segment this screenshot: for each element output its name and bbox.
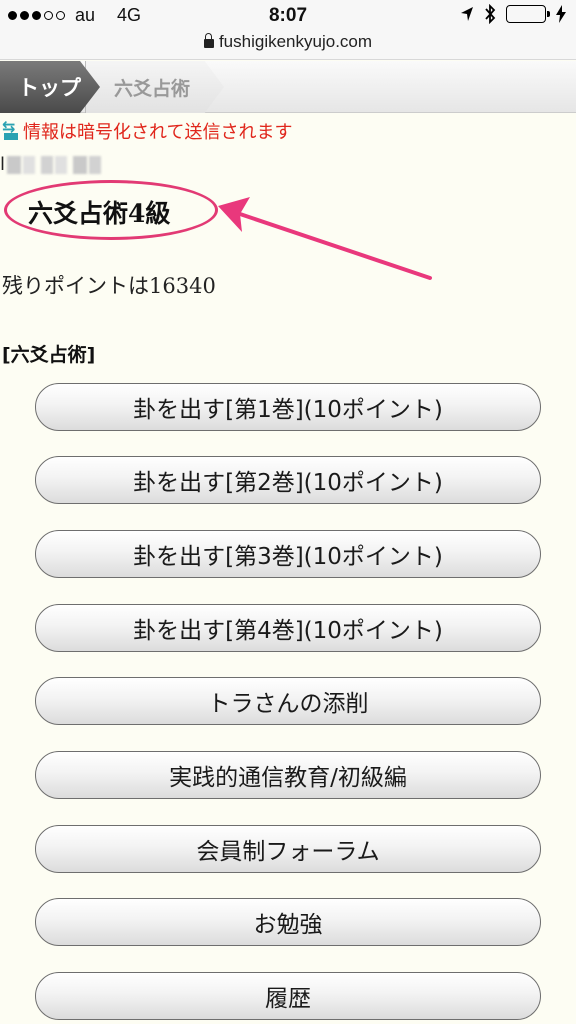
lock-icon [203,33,214,48]
section-title: [六爻占術] [2,344,96,366]
address-bar[interactable]: fushigikenkyujo.com [0,32,576,60]
blurred-text [89,156,102,174]
breadcrumb: 六爻占術 トップ [0,61,576,113]
remaining-points: 残りポイントは16340 [2,274,216,298]
blurred-text [7,156,22,174]
breadcrumb-current: 六爻占術 [86,61,224,113]
hexagram-vol3-button[interactable]: 卦を出す[第3巻](10ポイント) [35,530,541,578]
member-forum-button[interactable]: 会員制フォーラム [35,825,541,873]
hexagram-vol4-button[interactable]: 卦を出す[第4巻](10ポイント) [35,604,541,652]
tora-correction-button[interactable]: トラさんの添削 [35,677,541,725]
battery-icon [506,5,550,23]
status-bar: au 4G 8:07 [0,0,576,32]
breadcrumb-home-link[interactable]: トップ [0,61,100,113]
rank-label: 六爻占術4級 [28,199,171,228]
status-right [460,4,566,24]
correspondence-course-button[interactable]: 実践的通信教育/初級編 [35,751,541,799]
secure-notice: 情報は暗号化されて送信されます [2,117,293,144]
blurred-text [41,156,54,174]
study-button[interactable]: お勉強 [35,898,541,946]
hexagram-vol2-button[interactable]: 卦を出す[第2巻](10ポイント) [35,456,541,504]
blurred-text [23,156,36,174]
history-button[interactable]: 履歴 [35,972,541,1020]
blurred-text [55,156,68,174]
charging-bolt-icon [556,5,566,23]
bluetooth-icon [485,4,496,24]
ssl-icon [2,117,20,141]
location-arrow-icon [461,7,473,21]
url-domain: fushigikenkyujo.com [218,32,373,51]
blurred-text [73,156,88,174]
user-name-prefix: l [0,154,6,175]
user-name: l [0,154,102,175]
hexagram-vol1-button[interactable]: 卦を出す[第1巻](10ポイント) [35,383,541,431]
secure-notice-text: 情報は暗号化されて送信されます [23,122,293,143]
